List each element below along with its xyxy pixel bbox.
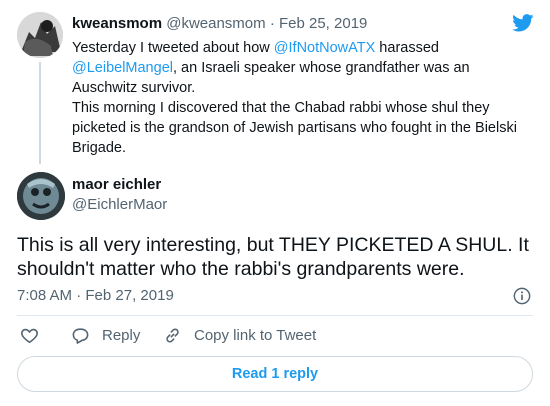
embedded-tweet-card: kweansmom @kweansmom · Feb 25, 2019 Yest…: [0, 0, 550, 406]
read-replies-button[interactable]: Read 1 reply: [17, 356, 533, 392]
timestamp-separator: ·: [76, 287, 82, 304]
reply-label: Reply: [102, 327, 141, 344]
author-handle[interactable]: @EichlerMaor: [72, 196, 167, 213]
parent-text-part: harassed: [375, 40, 439, 56]
parent-text-part: Yesterday I tweeted about how: [72, 40, 274, 56]
twitter-bird-icon[interactable]: [512, 14, 534, 32]
author-avatar[interactable]: [17, 172, 65, 220]
parent-separator: ·: [269, 15, 275, 32]
parent-handle[interactable]: @kweansmom: [166, 15, 265, 32]
info-icon[interactable]: [513, 287, 531, 305]
tweet-timestamp[interactable]: 7:08 AM · Feb 27, 2019: [17, 287, 174, 304]
like-button[interactable]: [20, 326, 51, 345]
reply-button[interactable]: Reply: [71, 326, 140, 345]
parent-header: kweansmom @kweansmom · Feb 25, 2019: [72, 15, 367, 32]
author-display-name[interactable]: maor eichler: [72, 176, 161, 193]
mention-link[interactable]: @LeibelMangel: [72, 60, 173, 76]
parent-text-paragraph-1: Yesterday I tweeted about how @IfNotNowA…: [72, 38, 532, 98]
parent-text-paragraph-2: This morning I discovered that the Chaba…: [72, 100, 517, 156]
parent-display-name[interactable]: kweansmom: [72, 15, 162, 32]
link-icon: [166, 328, 179, 343]
parent-avatar[interactable]: [17, 12, 63, 58]
tweet-time: 7:08 AM: [17, 287, 73, 304]
thread-line: [39, 62, 41, 164]
mention-link[interactable]: @IfNotNowATX: [274, 40, 375, 56]
copy-link-label: Copy link to Tweet: [194, 327, 317, 344]
reply-bubble-icon: [72, 328, 89, 344]
parent-tweet-text: Yesterday I tweeted about how @IfNotNowA…: [72, 38, 532, 158]
copy-link-button[interactable]: Copy link to Tweet: [163, 326, 316, 345]
tweet-date: Feb 27, 2019: [85, 287, 174, 304]
parent-date[interactable]: Feb 25, 2019: [279, 15, 367, 32]
heart-icon: [21, 328, 38, 344]
actions-divider: [17, 315, 533, 316]
tweet-text: This is all very interesting, but THEY P…: [17, 234, 529, 280]
